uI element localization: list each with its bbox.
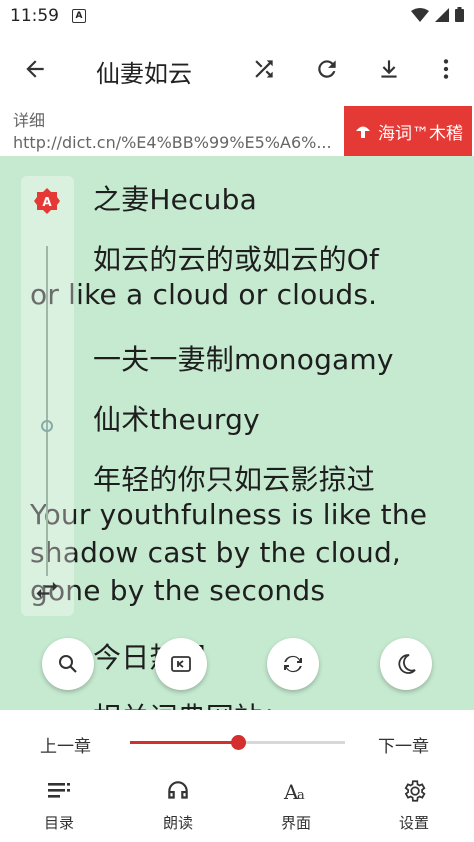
mushroom-logo-icon [356, 126, 370, 138]
toc-list-icon [48, 783, 70, 798]
brightness-track[interactable] [46, 246, 48, 576]
source-bar: 详细 http://dict.cn/%E4%BB%99%E5%A6%... 海词… [0, 104, 474, 156]
nav-label: 设置 [398, 814, 429, 832]
content-line: 一夫一妻制monogamy [93, 343, 394, 376]
page-title: 仙妻如云 [96, 60, 192, 88]
download-icon[interactable] [376, 56, 402, 82]
status-time: 11:59 [10, 6, 59, 26]
replace-rule-button[interactable] [267, 638, 319, 690]
gear-icon [404, 780, 426, 802]
brightness-knob[interactable] [41, 420, 53, 432]
nav-label: 目录 [43, 814, 74, 832]
content-line: or like a cloud or clouds. [30, 278, 378, 311]
source-url[interactable]: http://dict.cn/%E4%BB%99%E5%A6%... [13, 133, 338, 152]
source-label: 详细 [13, 111, 46, 130]
nav-label: 朗读 [162, 814, 193, 832]
headphones-icon [168, 781, 188, 799]
search-button[interactable] [42, 638, 94, 690]
search-icon [59, 655, 77, 673]
auto-page-button[interactable] [155, 638, 207, 690]
content-line: 如云的云的或如云的Of [93, 243, 380, 276]
content-line: shadow cast by the cloud, [30, 536, 402, 569]
source-badge-text: 海词™木稽 [378, 123, 463, 144]
source-badge[interactable]: 海词™木稽 [344, 106, 472, 156]
nav-item-settings[interactable]: 设置 [374, 776, 454, 833]
more-vert-icon[interactable] [433, 56, 459, 82]
cell-signal-icon [435, 7, 449, 22]
wifi-icon [411, 7, 429, 22]
bottom-nav: 目录 朗读 Aa 界面 设置 [0, 772, 474, 842]
nav-item-interface[interactable]: Aa 界面 [256, 776, 336, 833]
reader-content[interactable]: 之妻Hecuba 如云的云的或如云的Of or like a cloud or … [0, 156, 474, 710]
nav-label: 界面 [280, 814, 311, 832]
swap-position-icon[interactable] [33, 576, 61, 604]
chapter-progress-track[interactable] [130, 735, 345, 750]
content-line: gone by the seconds [30, 574, 326, 607]
prev-chapter-button[interactable]: 上一章 [40, 732, 91, 757]
auto-page-icon [171, 656, 191, 672]
next-chapter-button[interactable]: 下一章 [378, 732, 429, 757]
system-icons [411, 7, 464, 22]
status-bar: 11:59 A [0, 0, 474, 34]
night-mode-button[interactable] [380, 638, 432, 690]
content-line: 相关词典网站： [93, 696, 290, 710]
svg-text:A: A [42, 195, 52, 209]
moon-icon [398, 654, 416, 674]
content-line: 仙术theurgy [93, 403, 260, 436]
nav-item-read-aloud[interactable]: 朗读 [138, 776, 218, 833]
auto-brightness-icon[interactable]: A [34, 188, 60, 214]
back-arrow-icon[interactable] [22, 56, 48, 82]
shuffle-icon[interactable] [251, 56, 277, 82]
brightness-slider[interactable]: A [21, 176, 74, 616]
battery-icon [455, 7, 464, 22]
chapter-progress-thumb[interactable] [230, 735, 246, 750]
content-line: 年轻的你只如云影掠过 [93, 463, 376, 496]
notification-icon: A [72, 9, 86, 23]
app-toolbar: 仙妻如云 [0, 34, 474, 104]
content-line: 之妻Hecuba [93, 183, 257, 216]
svg-text:a: a [297, 788, 305, 803]
replace-icon [284, 655, 302, 673]
content-line: Your youthfulness is like the [30, 498, 428, 531]
refresh-icon[interactable] [314, 56, 340, 82]
nav-item-toc[interactable]: 目录 [19, 776, 99, 833]
chapter-nav: 上一章 下一章 [0, 710, 474, 772]
chapter-progress-fill [130, 741, 238, 744]
font-style-icon: Aa [283, 780, 305, 804]
